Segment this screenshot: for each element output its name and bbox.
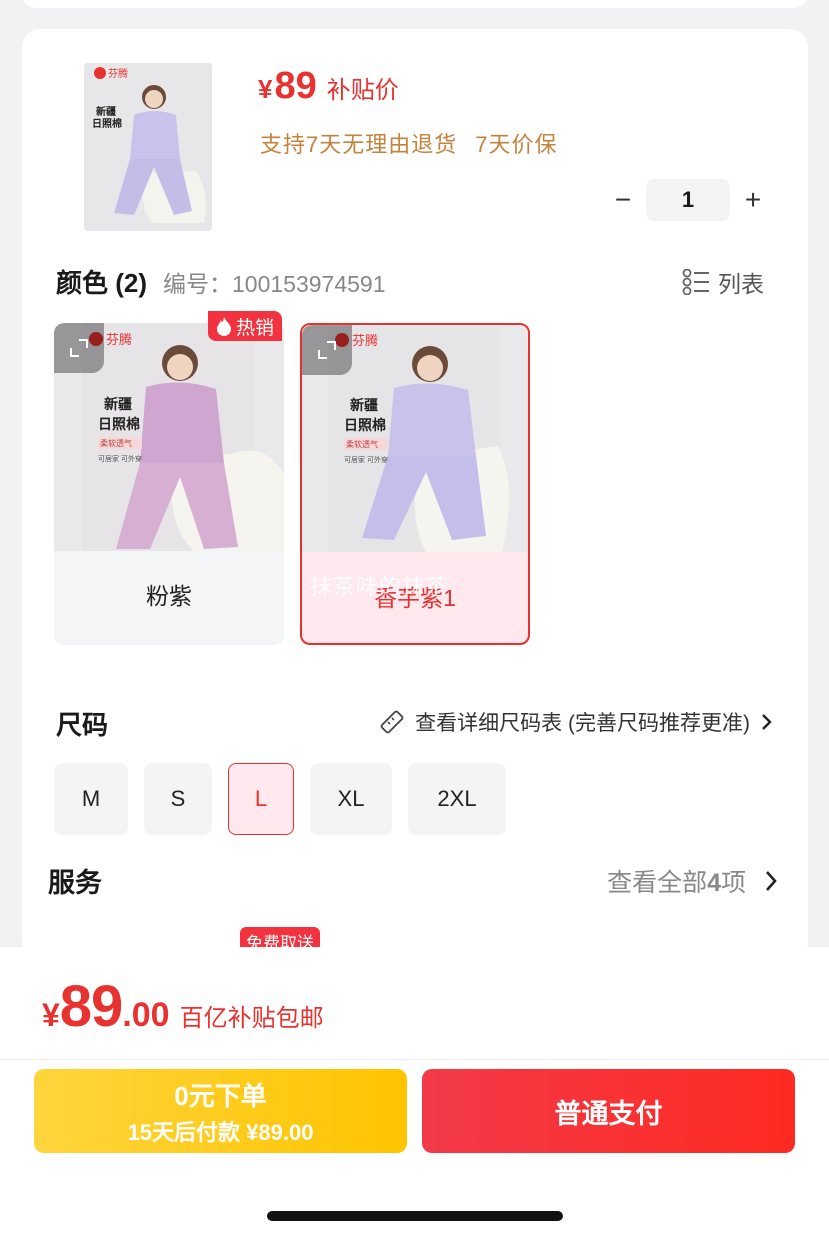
pay-later-title: 0元下单 xyxy=(174,1080,267,1111)
svg-text:可居家 可外穿: 可居家 可外穿 xyxy=(98,454,142,463)
color-title: 颜色 (2) xyxy=(56,268,148,298)
price-value: 89 xyxy=(274,65,317,107)
service-all-link[interactable]: 查看全部4项 xyxy=(607,863,778,899)
zoom-button[interactable] xyxy=(54,323,104,373)
shipping-note: 百亿补贴包邮 xyxy=(179,1005,324,1032)
list-label: 列表 xyxy=(718,271,764,297)
total-integer: 89 xyxy=(59,974,124,1039)
ruler-icon xyxy=(380,710,404,734)
svg-text:日照棉: 日照棉 xyxy=(344,417,386,433)
svg-text:柔软透气: 柔软透气 xyxy=(346,439,378,449)
price-tag: 补贴价 xyxy=(326,77,399,104)
total-currency: ¥ xyxy=(42,997,60,1033)
size-chart-link[interactable]: 查看详细尺码表 (完善尺码推荐更准) xyxy=(379,707,772,737)
home-indicator xyxy=(267,1211,563,1221)
size-option-s[interactable]: S xyxy=(144,763,212,835)
chevron-right-icon xyxy=(762,714,772,730)
svg-text:芬腾: 芬腾 xyxy=(352,333,378,348)
service-title: 服务 xyxy=(48,868,102,898)
chevron-right-icon xyxy=(766,871,777,891)
price-currency: ¥ xyxy=(258,74,273,104)
normal-pay-button[interactable]: 普通支付 xyxy=(422,1069,795,1153)
decrease-button[interactable]: − xyxy=(602,179,644,221)
svg-text:柔软透气: 柔软透气 xyxy=(100,438,132,448)
svg-text:日照棉: 日照棉 xyxy=(98,416,140,432)
service-promises: 支持7天无理由退货 7天价保 xyxy=(260,127,558,159)
size-title: 尺码 xyxy=(56,710,109,740)
list-icon xyxy=(682,269,709,295)
size-option-l[interactable]: L xyxy=(228,763,294,835)
hot-badge-label: 热销 xyxy=(236,317,275,339)
pay-later-button[interactable]: 0元下单 15天后付款 ¥89.00 xyxy=(34,1069,407,1153)
expand-icon xyxy=(70,339,88,357)
list-view-toggle[interactable]: 列表 xyxy=(682,265,764,299)
size-chart-label: 查看详细尺码表 (完善尺码推荐更准) xyxy=(415,712,750,735)
zoom-button[interactable] xyxy=(302,325,352,375)
return-promise: 支持7天无理由退货 xyxy=(260,132,458,157)
increase-button[interactable]: + xyxy=(732,179,774,221)
svg-text:日照棉: 日照棉 xyxy=(92,117,122,130)
subsidy-price: ¥ 89 补贴价 xyxy=(258,65,399,108)
purchase-bar: ¥ 89 .00 百亿补贴包邮 0元下单 15天后付款 ¥89.00 普通支付 xyxy=(0,947,829,1239)
color-label: 粉紫 xyxy=(146,583,192,609)
product-code: 编号：100153974591 xyxy=(163,271,386,297)
flame-icon xyxy=(217,317,231,336)
expand-icon xyxy=(318,341,336,359)
svg-text:新疆: 新疆 xyxy=(96,105,116,118)
quantity-value[interactable]: 1 xyxy=(646,179,730,221)
size-option-m[interactable]: M xyxy=(54,763,128,835)
color-option-pink-purple[interactable]: 新疆 日照棉 柔软透气 可居家 可外穿 芬腾 粉紫 xyxy=(54,323,284,645)
pay-later-subtitle: 15天后付款 ¥89.00 xyxy=(127,1119,314,1145)
color-header: 颜色 (2) 编号：100153974591 xyxy=(56,263,386,300)
size-option-xl[interactable]: XL xyxy=(310,763,392,835)
size-options: M S L XL 2XL xyxy=(54,763,506,835)
svg-text:芬腾: 芬腾 xyxy=(106,332,132,347)
size-option-2xl[interactable]: 2XL xyxy=(408,763,506,835)
price-protect-promise: 7天价保 xyxy=(475,132,558,157)
total-decimal: .00 xyxy=(122,996,170,1034)
quantity-stepper: − 1 + xyxy=(602,179,774,221)
total-price: ¥ 89 .00 百亿补贴包邮 xyxy=(42,973,324,1040)
previous-card xyxy=(22,0,808,8)
watermark: 抹茶味的抹茶 xyxy=(310,574,449,599)
hot-sale-badge: 热销 xyxy=(208,311,283,341)
svg-text:可居家 可外穿: 可居家 可外穿 xyxy=(344,455,388,464)
svg-text:芬腾: 芬腾 xyxy=(108,67,128,80)
divider xyxy=(0,1059,829,1060)
service-all-label: 查看全部4项 xyxy=(607,869,746,897)
sku-selector-sheet: 芬腾 新疆 日照棉 ¥ 89 补贴价 支持7天无理由退货 7天价保 − 1 + … xyxy=(22,29,808,959)
svg-text:新疆: 新疆 xyxy=(350,397,378,413)
svg-text:新疆: 新疆 xyxy=(104,396,132,412)
product-thumbnail[interactable]: 芬腾 新疆 日照棉 xyxy=(84,63,212,231)
